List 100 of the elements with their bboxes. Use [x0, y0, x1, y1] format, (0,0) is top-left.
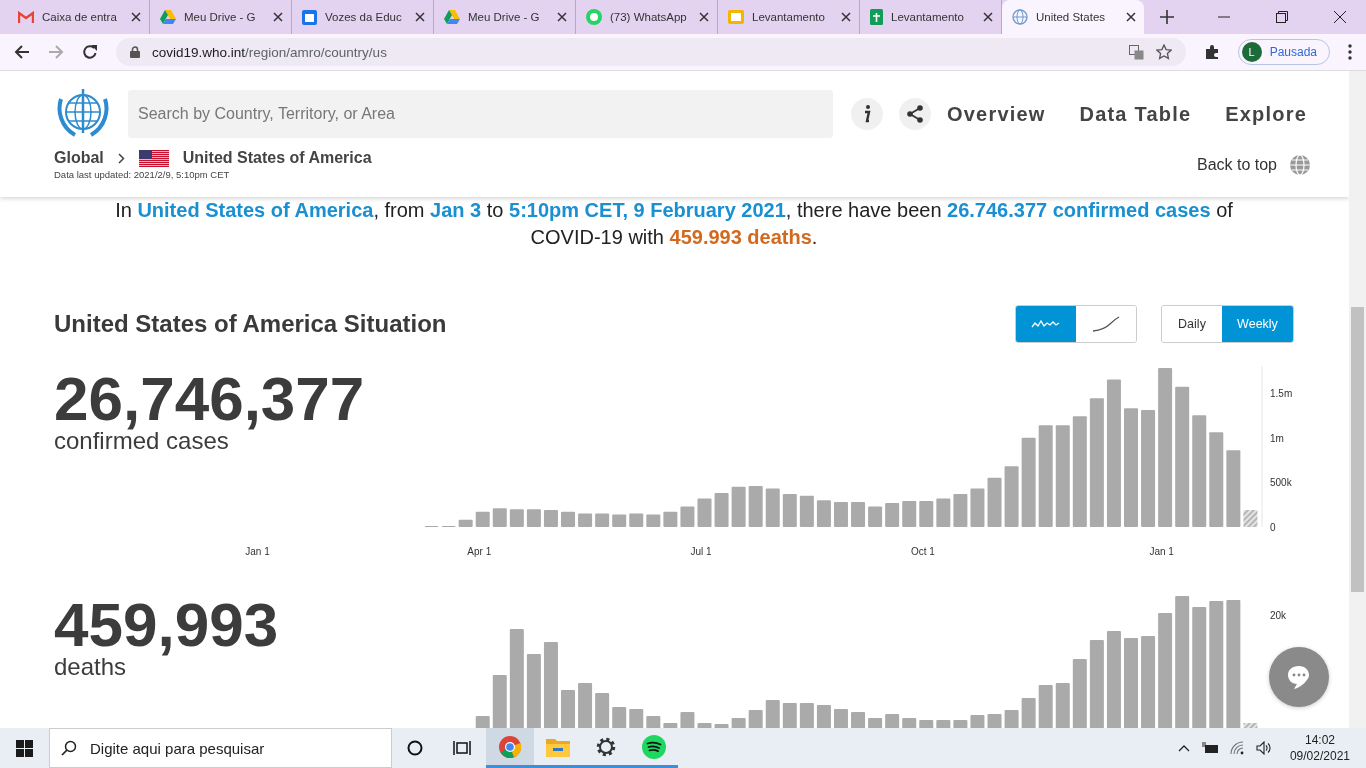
browser-tab[interactable]: United States	[1002, 0, 1144, 34]
bar	[595, 693, 610, 728]
bar	[885, 714, 900, 728]
breadcrumb-link[interactable]: Global	[54, 149, 104, 167]
close-icon[interactable]	[983, 12, 993, 22]
bar	[492, 675, 507, 728]
bar	[970, 715, 985, 728]
more-icon[interactable]	[1348, 44, 1352, 60]
close-icon[interactable]	[131, 12, 141, 22]
y-tick-label: 1.5m	[1270, 388, 1293, 399]
speech-bubble-icon	[1286, 664, 1312, 690]
share-icon[interactable]	[899, 98, 931, 130]
browser-logo-icon	[498, 734, 522, 759]
bar	[936, 498, 951, 527]
bar	[1072, 659, 1087, 728]
bar	[987, 714, 1002, 728]
bar	[748, 710, 763, 728]
close-icon[interactable]	[841, 12, 851, 22]
country-name: United States of America	[182, 149, 372, 167]
close-icon[interactable]	[415, 12, 425, 22]
calendar-icon	[302, 9, 317, 25]
x-tick-label: Jan 1	[245, 546, 270, 557]
bar	[697, 498, 712, 527]
chat-button[interactable]	[1269, 647, 1329, 707]
bar	[509, 509, 524, 527]
bar	[902, 501, 917, 527]
bar	[765, 700, 780, 728]
battery-icon[interactable]	[1201, 742, 1218, 754]
circle-icon[interactable]	[407, 740, 423, 756]
x-tick-label: Jul 1	[690, 546, 712, 557]
bar	[714, 724, 729, 728]
folder-icon	[546, 736, 570, 757]
bar	[782, 493, 797, 527]
speaker-icon[interactable]	[1255, 741, 1272, 755]
chat-bubble-icon	[586, 9, 602, 25]
puzzle-icon[interactable]	[1203, 44, 1220, 60]
task-view-icon[interactable]	[453, 740, 471, 756]
info-icon[interactable]	[851, 98, 883, 130]
x-tick-label: Apr 1	[467, 546, 492, 557]
slides-icon	[728, 10, 744, 24]
nav-link[interactable]: Data Table	[1079, 102, 1192, 126]
back-arrow-icon[interactable]	[14, 44, 30, 60]
wifi-icon[interactable]	[1229, 741, 1244, 755]
envelope-icon	[18, 11, 34, 23]
bar	[663, 723, 678, 728]
nav-link[interactable]: Overview	[947, 102, 1046, 126]
gear-icon	[595, 735, 617, 758]
x-tick-label: Jan 1	[1149, 546, 1174, 557]
cases-total: 26,746,377	[54, 363, 365, 433]
bar	[697, 723, 712, 728]
triangle-icon	[444, 10, 460, 24]
windows-logo-icon[interactable]	[16, 739, 33, 757]
clock-time: 14:02	[1304, 732, 1335, 748]
scrollbar[interactable]	[1349, 71, 1366, 728]
close-icon[interactable]	[273, 12, 283, 22]
search-icon	[61, 740, 77, 756]
bar	[663, 511, 678, 527]
flag-icon	[138, 149, 169, 167]
bar	[629, 709, 644, 728]
back-to-top-link[interactable]: Back to top	[1196, 155, 1277, 174]
bar	[953, 720, 968, 728]
close-icon[interactable]	[1126, 12, 1136, 22]
chevron-icon	[117, 152, 125, 164]
bar	[458, 519, 473, 527]
bar	[765, 488, 780, 527]
restore-icon[interactable]	[1276, 11, 1288, 23]
taskbar-search-field[interactable]: Digite aqui para pesquisar	[49, 728, 392, 768]
summary-sentence: In United States of America, from Jan 3 to 5:10pm CET, 9 February 2021, there have been 26.746.377 confirmed cases of COVID-19 with 459.993 deaths.	[114, 198, 1234, 250]
close-icon[interactable]	[557, 12, 567, 22]
bar	[851, 712, 866, 728]
music-app-icon	[642, 734, 666, 759]
bar	[748, 485, 763, 527]
close-icon[interactable]	[1334, 11, 1346, 23]
bar	[799, 495, 814, 527]
triangle-icon	[160, 10, 176, 24]
bar	[1004, 710, 1019, 728]
update-note: Data last updated: 2021/2/9, 5:10pm CET	[54, 169, 231, 180]
close-icon[interactable]	[699, 12, 709, 22]
plus-icon[interactable]	[1160, 10, 1174, 24]
bar	[714, 493, 729, 527]
x-tick-label: Oct 1	[910, 546, 935, 557]
address-bar[interactable]: covid19.who.int/region/amro/country/us	[116, 38, 1186, 66]
bar	[953, 493, 968, 527]
bar	[612, 707, 627, 728]
reload-icon[interactable]	[82, 44, 98, 60]
bar	[578, 513, 593, 527]
search-field[interactable]: Search by Country, Territory, or Area	[128, 90, 833, 138]
bar	[543, 510, 558, 527]
globe-icon	[1289, 153, 1311, 176]
nav-link[interactable]: Explore	[1225, 102, 1307, 126]
translate-icon[interactable]	[1128, 44, 1144, 60]
bar	[578, 683, 593, 728]
bar	[680, 506, 695, 527]
bar	[629, 513, 644, 527]
y-tick-label: 1m	[1270, 432, 1284, 444]
star-icon[interactable]	[1155, 44, 1172, 60]
chevron-up-icon[interactable]	[1177, 744, 1190, 752]
bar	[919, 720, 934, 728]
y-tick-label: 20k	[1270, 610, 1287, 621]
bar	[885, 502, 900, 527]
